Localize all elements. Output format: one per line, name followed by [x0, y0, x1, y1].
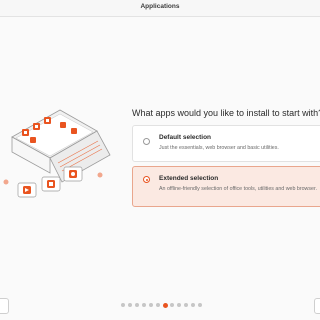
page-question: What apps would you like to install to s… [132, 108, 320, 118]
window-title: Applications [140, 3, 180, 10]
option-extended-selection[interactable]: Extended selection An offline-friendly s… [132, 166, 320, 207]
page-dot [198, 303, 202, 307]
page-dot-active [163, 302, 168, 308]
option-default-selection[interactable]: Default selection Just the essentials, w… [132, 125, 320, 162]
page-dot [142, 303, 146, 307]
option-title: Default selection [159, 134, 212, 141]
page-dot [121, 303, 125, 307]
radio-selected-icon[interactable] [143, 176, 150, 183]
option-title: Extended selection [159, 175, 219, 182]
page-dot [184, 303, 188, 307]
page-dot [149, 303, 153, 307]
page-dot [191, 303, 195, 307]
page-dot [177, 303, 181, 307]
page-dot [128, 303, 132, 307]
page-dot [156, 303, 160, 307]
radio-unselected-icon[interactable] [143, 138, 150, 145]
back-button[interactable] [0, 298, 9, 314]
page-dot [170, 303, 174, 307]
option-description: An offline-friendly selection of office … [159, 186, 317, 192]
page-dot [135, 303, 139, 307]
next-button[interactable] [314, 298, 320, 314]
laptop-with-apps-illustration [3, 109, 111, 198]
option-description: Just the essentials, web browser and bas… [159, 145, 279, 151]
title-bar: Applications [0, 0, 320, 17]
